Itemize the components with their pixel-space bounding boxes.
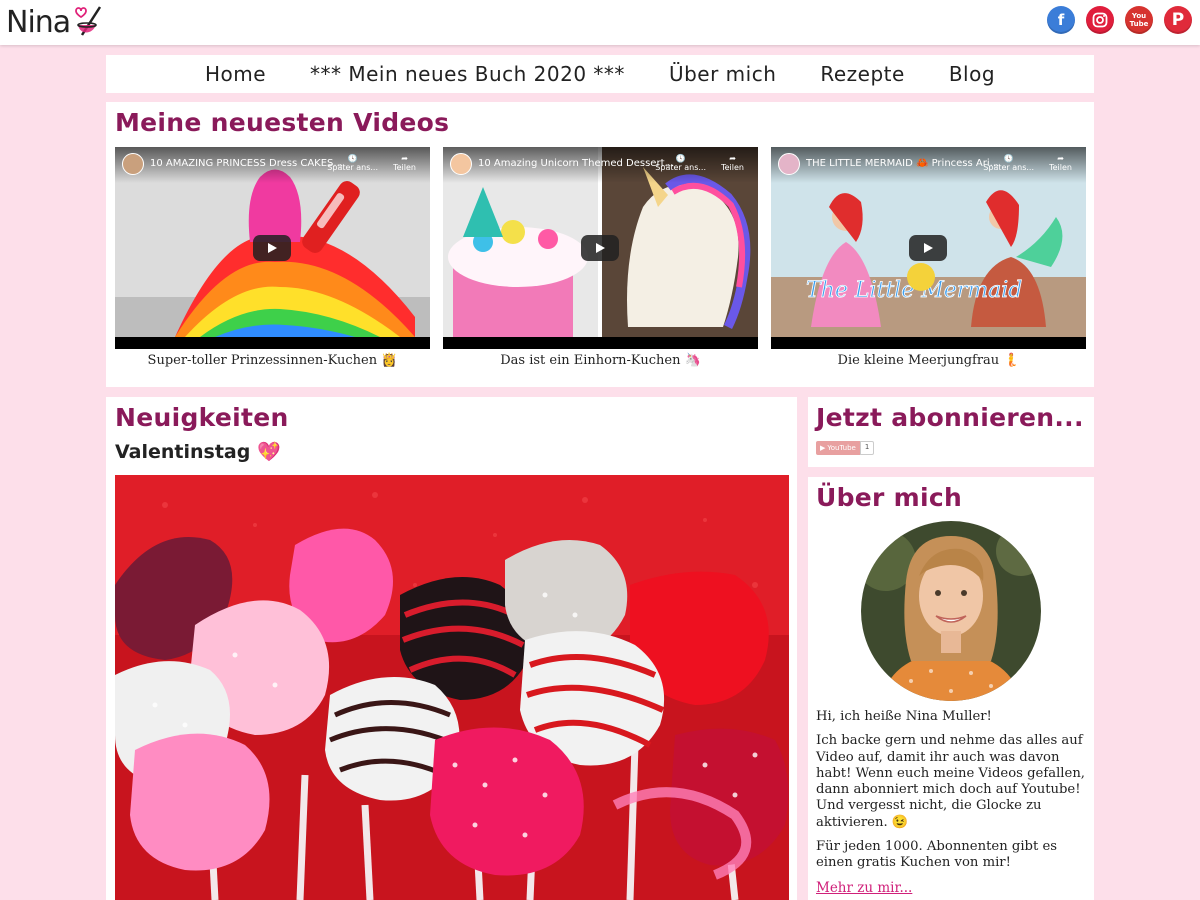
more-about-link[interactable]: Mehr zu mir...	[816, 880, 912, 896]
video-title[interactable]: 10 Amazing Unicorn Themed Dessert...	[478, 158, 678, 169]
share-button[interactable]: ➦ Teilen	[393, 154, 416, 172]
video-title[interactable]: THE LITTLE MERMAID 🦀 Princess Ari...	[806, 158, 1006, 169]
top-bar: Nina f You Tube P	[0, 0, 1200, 45]
clock-icon: 🕓	[1003, 154, 1014, 163]
subscribe-heading: Jetzt abonnieren...	[816, 403, 1084, 432]
share-button[interactable]: ➦ Teilen	[1049, 154, 1072, 172]
post-image[interactable]	[115, 475, 789, 900]
watch-later-label: Später ans...	[983, 163, 1034, 172]
avatar	[861, 521, 1041, 701]
cake-pops-image	[115, 475, 789, 900]
about-heading: Über mich	[816, 483, 963, 512]
clock-icon: 🕓	[347, 154, 358, 163]
play-icon	[268, 243, 277, 253]
youtube-button-label-box[interactable]: ▶ YouTube	[816, 441, 860, 455]
about-section: Über mich Hi, ich heiße Nina Muller! Ich…	[808, 477, 1094, 900]
channel-avatar[interactable]	[122, 153, 144, 175]
facebook-icon[interactable]: f	[1047, 6, 1075, 34]
nav-item-book[interactable]: *** Mein neues Buch 2020 ***	[288, 62, 647, 86]
share-icon: ➦	[1057, 154, 1064, 163]
about-offer: Für jeden 1000. Abonnenten gibt es einen…	[816, 839, 1058, 871]
video-caption-2: Das ist ein Einhorn-Kuchen 🦄	[500, 353, 701, 368]
play-icon	[596, 243, 605, 253]
video-caption-3: Die kleine Meerjungfrau 🧜	[837, 353, 1020, 368]
pinterest-icon[interactable]: P	[1164, 6, 1192, 34]
share-label: Teilen	[721, 163, 744, 172]
subscribe-section: Jetzt abonnieren... ▶ YouTube 1	[808, 397, 1094, 467]
site-logo[interactable]: Nina	[6, 2, 104, 42]
videos-section: Meine neuesten Videos 10 AMAZING PRINCES…	[106, 102, 1094, 387]
play-button[interactable]	[909, 235, 947, 261]
play-button[interactable]	[253, 235, 291, 261]
video-player-1[interactable]: 10 AMAZING PRINCESS Dress CAKES... 🕓 Spät…	[115, 147, 430, 349]
channel-avatar[interactable]	[778, 153, 800, 175]
share-label: Teilen	[393, 163, 416, 172]
watch-later-button[interactable]: 🕓 Später ans...	[983, 154, 1034, 172]
post-title[interactable]: Valentinstag 💖	[115, 440, 281, 463]
news-section: Neuigkeiten Valentinstag 💖	[106, 397, 797, 900]
social-links: f You Tube P	[1047, 6, 1192, 34]
news-heading: Neuigkeiten	[115, 403, 289, 432]
about-greeting: Hi, ich heiße Nina Muller!	[816, 709, 992, 724]
about-text: Hi, ich heiße Nina Muller! Ich backe ger…	[816, 709, 1088, 897]
watch-later-button[interactable]: 🕓 Später ans...	[655, 154, 706, 172]
play-button[interactable]	[581, 235, 619, 261]
channel-avatar[interactable]	[450, 153, 472, 175]
watch-later-label: Später ans...	[327, 163, 378, 172]
videos-heading: Meine neuesten Videos	[115, 108, 450, 137]
clock-icon: 🕓	[675, 154, 686, 163]
youtube-button-label: YouTube	[827, 444, 856, 452]
nav-item-recipes[interactable]: Rezepte	[798, 62, 926, 86]
video-caption-1: Super-toller Prinzessinnen-Kuchen 👸	[147, 353, 398, 368]
heart-whisk-icon	[72, 3, 104, 41]
watch-later-label: Später ans...	[655, 163, 706, 172]
video-title[interactable]: 10 AMAZING PRINCESS Dress CAKES...	[150, 158, 350, 169]
share-icon: ➦	[401, 154, 408, 163]
youtube-subscribe-button[interactable]: ▶ YouTube 1	[816, 441, 875, 455]
share-icon: ➦	[729, 154, 736, 163]
youtube-icon[interactable]: You Tube	[1125, 6, 1153, 34]
share-button[interactable]: ➦ Teilen	[721, 154, 744, 172]
logo-text: Nina	[6, 4, 71, 40]
about-paragraph: Ich backe gern und nehme das alles auf V…	[816, 733, 1086, 830]
share-label: Teilen	[1049, 163, 1072, 172]
main-navigation: Home *** Mein neues Buch 2020 *** Über m…	[106, 55, 1094, 93]
play-icon	[924, 243, 933, 253]
nav-item-about[interactable]: Über mich	[647, 62, 798, 86]
video-player-3[interactable]: The Little Mermaid THE LITTLE MERMAID 🦀 …	[771, 147, 1086, 349]
video-player-2[interactable]: 10 Amazing Unicorn Themed Dessert... 🕓 Sp…	[443, 147, 758, 349]
subscriber-count: 1	[859, 441, 875, 455]
watch-later-button[interactable]: 🕓 Später ans...	[327, 154, 378, 172]
nav-item-home[interactable]: Home	[183, 62, 288, 86]
instagram-icon[interactable]	[1086, 6, 1114, 34]
profile-photo	[861, 521, 1041, 701]
youtube-play-icon: ▶	[820, 444, 826, 452]
nav-item-blog[interactable]: Blog	[927, 62, 1017, 86]
